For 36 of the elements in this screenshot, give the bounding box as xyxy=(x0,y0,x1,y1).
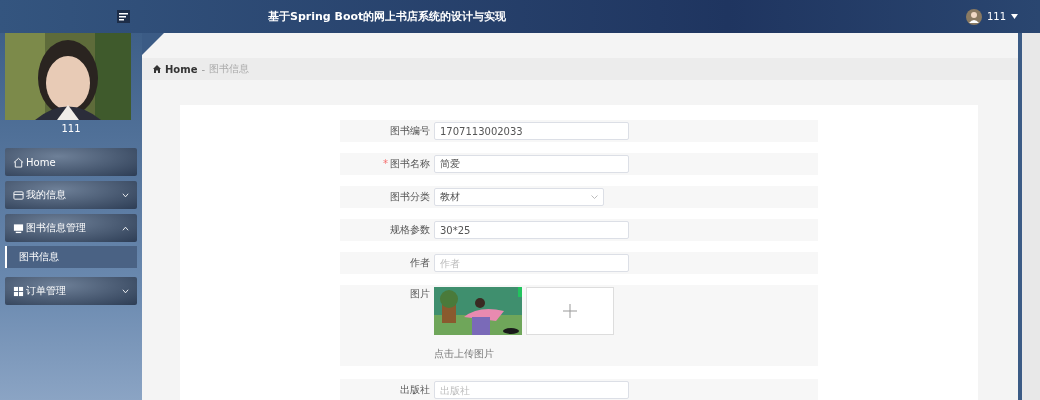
monitor-icon xyxy=(13,222,24,234)
input-field[interactable]: 30*25 xyxy=(434,221,629,239)
field-label: 规格参数 xyxy=(390,224,430,235)
nav-item[interactable]: 图书信息管理 xyxy=(5,214,137,242)
required-mark: * xyxy=(383,158,388,169)
username: 111 xyxy=(60,123,82,134)
grid-icon xyxy=(13,285,24,297)
app-title: 基于Spring Boot的网上书店系统的设计与实现 xyxy=(268,9,507,24)
nav-item[interactable]: Home xyxy=(5,148,137,176)
field-label: 图书名称 xyxy=(390,158,430,169)
breadcrumb-link[interactable]: Home xyxy=(165,63,198,75)
caret-icon xyxy=(1011,14,1018,19)
nav-item[interactable]: 订单管理 xyxy=(5,277,137,305)
home-icon xyxy=(153,65,161,73)
menu-icon xyxy=(119,12,128,21)
field-label: 图片 xyxy=(410,288,430,299)
plus-icon xyxy=(563,304,577,318)
home-icon xyxy=(13,156,24,168)
input-field[interactable]: 简爱 xyxy=(434,155,629,173)
input-field[interactable]: 出版社 xyxy=(434,381,629,399)
input-field[interactable]: 作者 xyxy=(434,254,629,272)
input-field[interactable]: 1707113002033 xyxy=(434,122,629,140)
avatar-icon xyxy=(965,8,982,25)
field-label: 出版社 xyxy=(400,384,430,395)
menu-button[interactable] xyxy=(117,10,130,23)
nav-item[interactable]: 我的信息 xyxy=(5,181,137,209)
select-field[interactable]: 教材 xyxy=(434,188,604,206)
field-label: 图书编号 xyxy=(390,125,430,136)
chevron-icon xyxy=(591,195,598,199)
breadcrumb-separator: - xyxy=(201,63,206,75)
user-menu[interactable]: 111 xyxy=(965,8,1018,25)
upload-hint: 点击上传图片 xyxy=(434,347,495,361)
field-label: 作者 xyxy=(410,257,430,268)
field-label: 图书分类 xyxy=(390,191,430,202)
nav-subitem[interactable]: 图书信息 xyxy=(5,246,137,268)
card-icon xyxy=(13,189,24,201)
